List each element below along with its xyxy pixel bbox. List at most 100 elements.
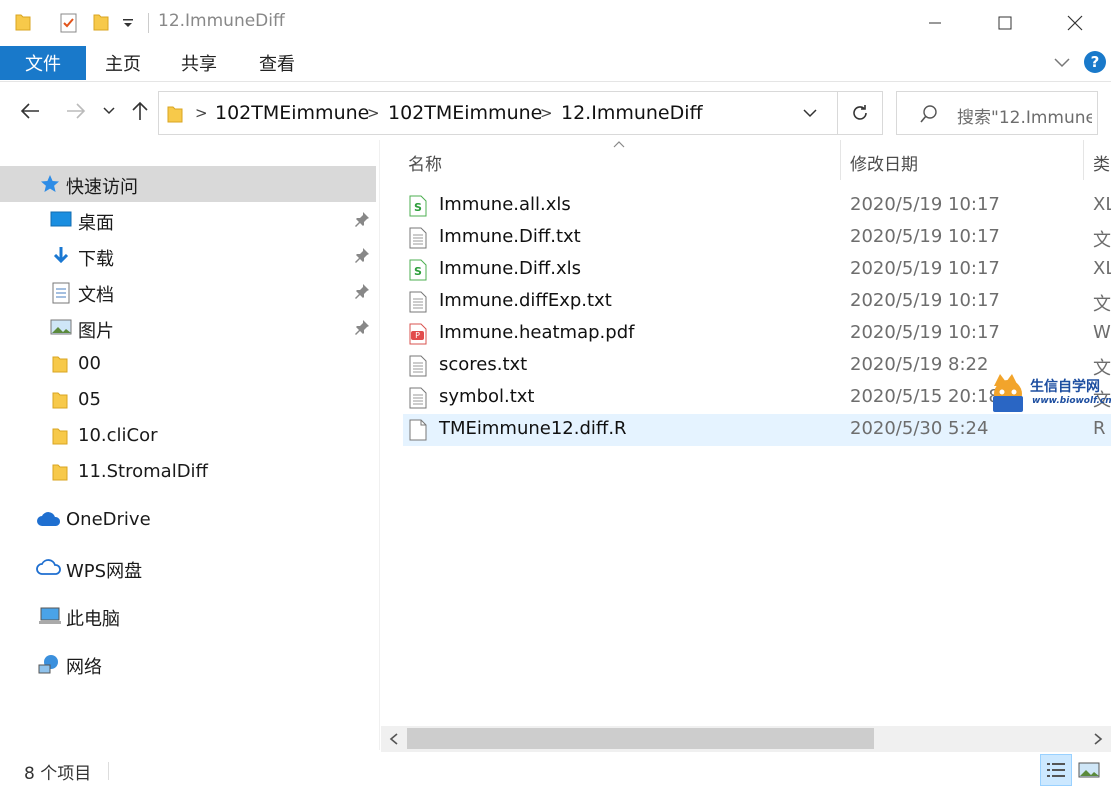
search-box[interactable]: 搜索"12.ImmuneDiff": [896, 91, 1098, 135]
file-type: 文: [1093, 230, 1111, 251]
breadcrumb-segment[interactable]: 102TMEimmune: [388, 102, 542, 124]
details-view-button[interactable]: [1040, 754, 1072, 786]
search-icon: [919, 104, 939, 129]
sidebar-item-downloads[interactable]: 下载: [0, 238, 376, 274]
tab-share[interactable]: 共享: [164, 46, 234, 80]
sidebar-item-pictures[interactable]: 图片: [0, 310, 376, 346]
pin-icon[interactable]: [354, 247, 372, 265]
folder-icon: [52, 354, 74, 374]
sidebar-item-desktop[interactable]: 桌面: [0, 202, 376, 238]
scroll-right-button[interactable]: [1085, 726, 1111, 752]
sidebar-item-folder-00[interactable]: 00: [0, 346, 376, 382]
arrow-left-icon: [20, 103, 39, 119]
file-name: Immune.diffExp.txt: [439, 290, 612, 311]
column-header-type[interactable]: 类: [1093, 150, 1110, 175]
file-row[interactable]: P Immune.heatmap.pdf 2020/5/19 10:17 W: [403, 318, 1111, 350]
file-name: Immune.heatmap.pdf: [439, 322, 635, 343]
customize-dropdown-icon[interactable]: [122, 16, 134, 36]
forward-button[interactable]: [62, 96, 90, 126]
maximize-button[interactable]: [970, 0, 1040, 46]
computer-icon: [38, 606, 61, 626]
onedrive-icon: [36, 510, 61, 530]
file-row[interactable]: Immune.diffExp.txt 2020/5/19 10:17 文: [403, 286, 1111, 318]
sidebar-item-label: 文档: [78, 285, 114, 306]
tab-file[interactable]: 文件: [0, 46, 86, 80]
file-name: Immune.all.xls: [439, 194, 571, 215]
wolf-mascot-icon: [993, 374, 1023, 412]
column-divider[interactable]: [1083, 140, 1084, 180]
documents-icon: [52, 282, 74, 304]
star-icon: [40, 174, 62, 194]
folder-icon: [167, 104, 183, 129]
sidebar-item-documents[interactable]: 文档: [0, 274, 376, 310]
title-separator: [148, 13, 149, 33]
file-date: 2020/5/19 10:17: [850, 226, 1000, 247]
breadcrumb-separator-icon[interactable]: >: [540, 104, 553, 122]
sidebar-item-folder-clicor[interactable]: 10.cliCor: [0, 418, 376, 454]
file-name: Immune.Diff.txt: [439, 226, 581, 247]
ribbon: 文件 主页 共享 查看 ?: [0, 46, 1111, 82]
file-date: 2020/5/19 10:17: [850, 258, 1000, 279]
properties-check-icon[interactable]: [58, 12, 80, 39]
pin-icon[interactable]: [354, 319, 372, 337]
pin-icon[interactable]: [354, 211, 372, 229]
recent-locations-button[interactable]: [100, 96, 118, 126]
breadcrumb-segment[interactable]: 12.ImmuneDiff: [561, 102, 703, 124]
arrow-right-icon: [67, 103, 86, 119]
file-row[interactable]: TMEimmune12.diff.R 2020/5/30 5:24 R: [403, 414, 1111, 446]
spreadsheet-icon: S: [409, 195, 427, 217]
file-date: 2020/5/15 20:18: [850, 386, 1000, 407]
refresh-button[interactable]: [838, 91, 883, 135]
minimize-button[interactable]: [900, 0, 970, 46]
scrollbar-thumb[interactable]: [407, 728, 874, 749]
sidebar-item-label: 快速访问: [66, 177, 138, 198]
watermark-logo: 生信自学网 www.biowolf.cn: [988, 372, 1111, 416]
breadcrumb-segment[interactable]: 102TMEimmune: [215, 102, 369, 124]
pin-icon[interactable]: [354, 283, 372, 301]
sidebar-item-folder-05[interactable]: 05: [0, 382, 376, 418]
sidebar-item-folder-stromaldiff[interactable]: 11.StromalDiff: [0, 454, 376, 490]
address-bar[interactable]: > 102TMEimmune > 102TMEimmune > 12.Immun…: [158, 91, 838, 135]
breadcrumb-separator-icon[interactable]: >: [195, 104, 208, 122]
sidebar-item-quick-access[interactable]: 快速访问: [0, 166, 376, 202]
file-name: scores.txt: [439, 354, 528, 375]
new-folder-icon[interactable]: [92, 12, 110, 37]
sidebar-item-this-pc[interactable]: 此电脑: [0, 598, 376, 634]
breadcrumb-separator-icon[interactable]: >: [367, 104, 380, 122]
help-button[interactable]: ?: [1084, 51, 1106, 73]
folder-icon: [52, 390, 74, 410]
file-date: 2020/5/30 5:24: [850, 418, 989, 439]
sidebar-item-label: OneDrive: [66, 509, 151, 530]
file-row[interactable]: S Immune.Diff.xls 2020/5/19 10:17 XL: [403, 254, 1111, 286]
column-divider[interactable]: [840, 140, 841, 180]
sidebar-item-label: 11.StromalDiff: [78, 461, 208, 482]
large-icons-view-button[interactable]: [1073, 754, 1105, 786]
tab-view[interactable]: 查看: [242, 46, 312, 80]
search-placeholder: 搜索"12.ImmuneDiff": [957, 108, 1092, 128]
status-bar: 8 个项目: [0, 752, 1111, 788]
folder-icon[interactable]: [14, 12, 32, 37]
up-button[interactable]: [128, 96, 152, 126]
column-header-date[interactable]: 修改日期: [850, 150, 918, 175]
back-button[interactable]: [16, 96, 44, 126]
text-file-icon: [409, 387, 427, 409]
chevron-right-icon: [1094, 733, 1103, 745]
scroll-left-button[interactable]: [381, 726, 407, 752]
folder-icon: [52, 426, 74, 446]
folder-icon: [52, 462, 74, 482]
close-button[interactable]: [1040, 0, 1110, 46]
sidebar-item-wps-cloud[interactable]: WPS网盘: [0, 550, 376, 586]
address-history-dropdown-icon[interactable]: [802, 104, 828, 124]
sidebar-item-network[interactable]: 网络: [0, 646, 376, 682]
sidebar-item-onedrive[interactable]: OneDrive: [0, 502, 376, 538]
file-type: R: [1093, 418, 1106, 439]
text-file-icon: [409, 227, 427, 249]
title-bar: 12.ImmuneDiff: [0, 0, 1111, 46]
column-header-name[interactable]: 名称: [408, 150, 442, 175]
file-row[interactable]: Immune.Diff.txt 2020/5/19 10:17 文: [403, 222, 1111, 254]
file-row[interactable]: S Immune.all.xls 2020/5/19 10:17 XL: [403, 190, 1111, 222]
horizontal-scrollbar[interactable]: [381, 726, 1111, 752]
tab-home[interactable]: 主页: [88, 46, 158, 80]
navigation-pane: 快速访问 桌面 下载 文档 图片 00 05 10.cliCor 11.Stro…: [0, 140, 380, 750]
expand-ribbon-chevron-icon[interactable]: [1052, 52, 1072, 72]
